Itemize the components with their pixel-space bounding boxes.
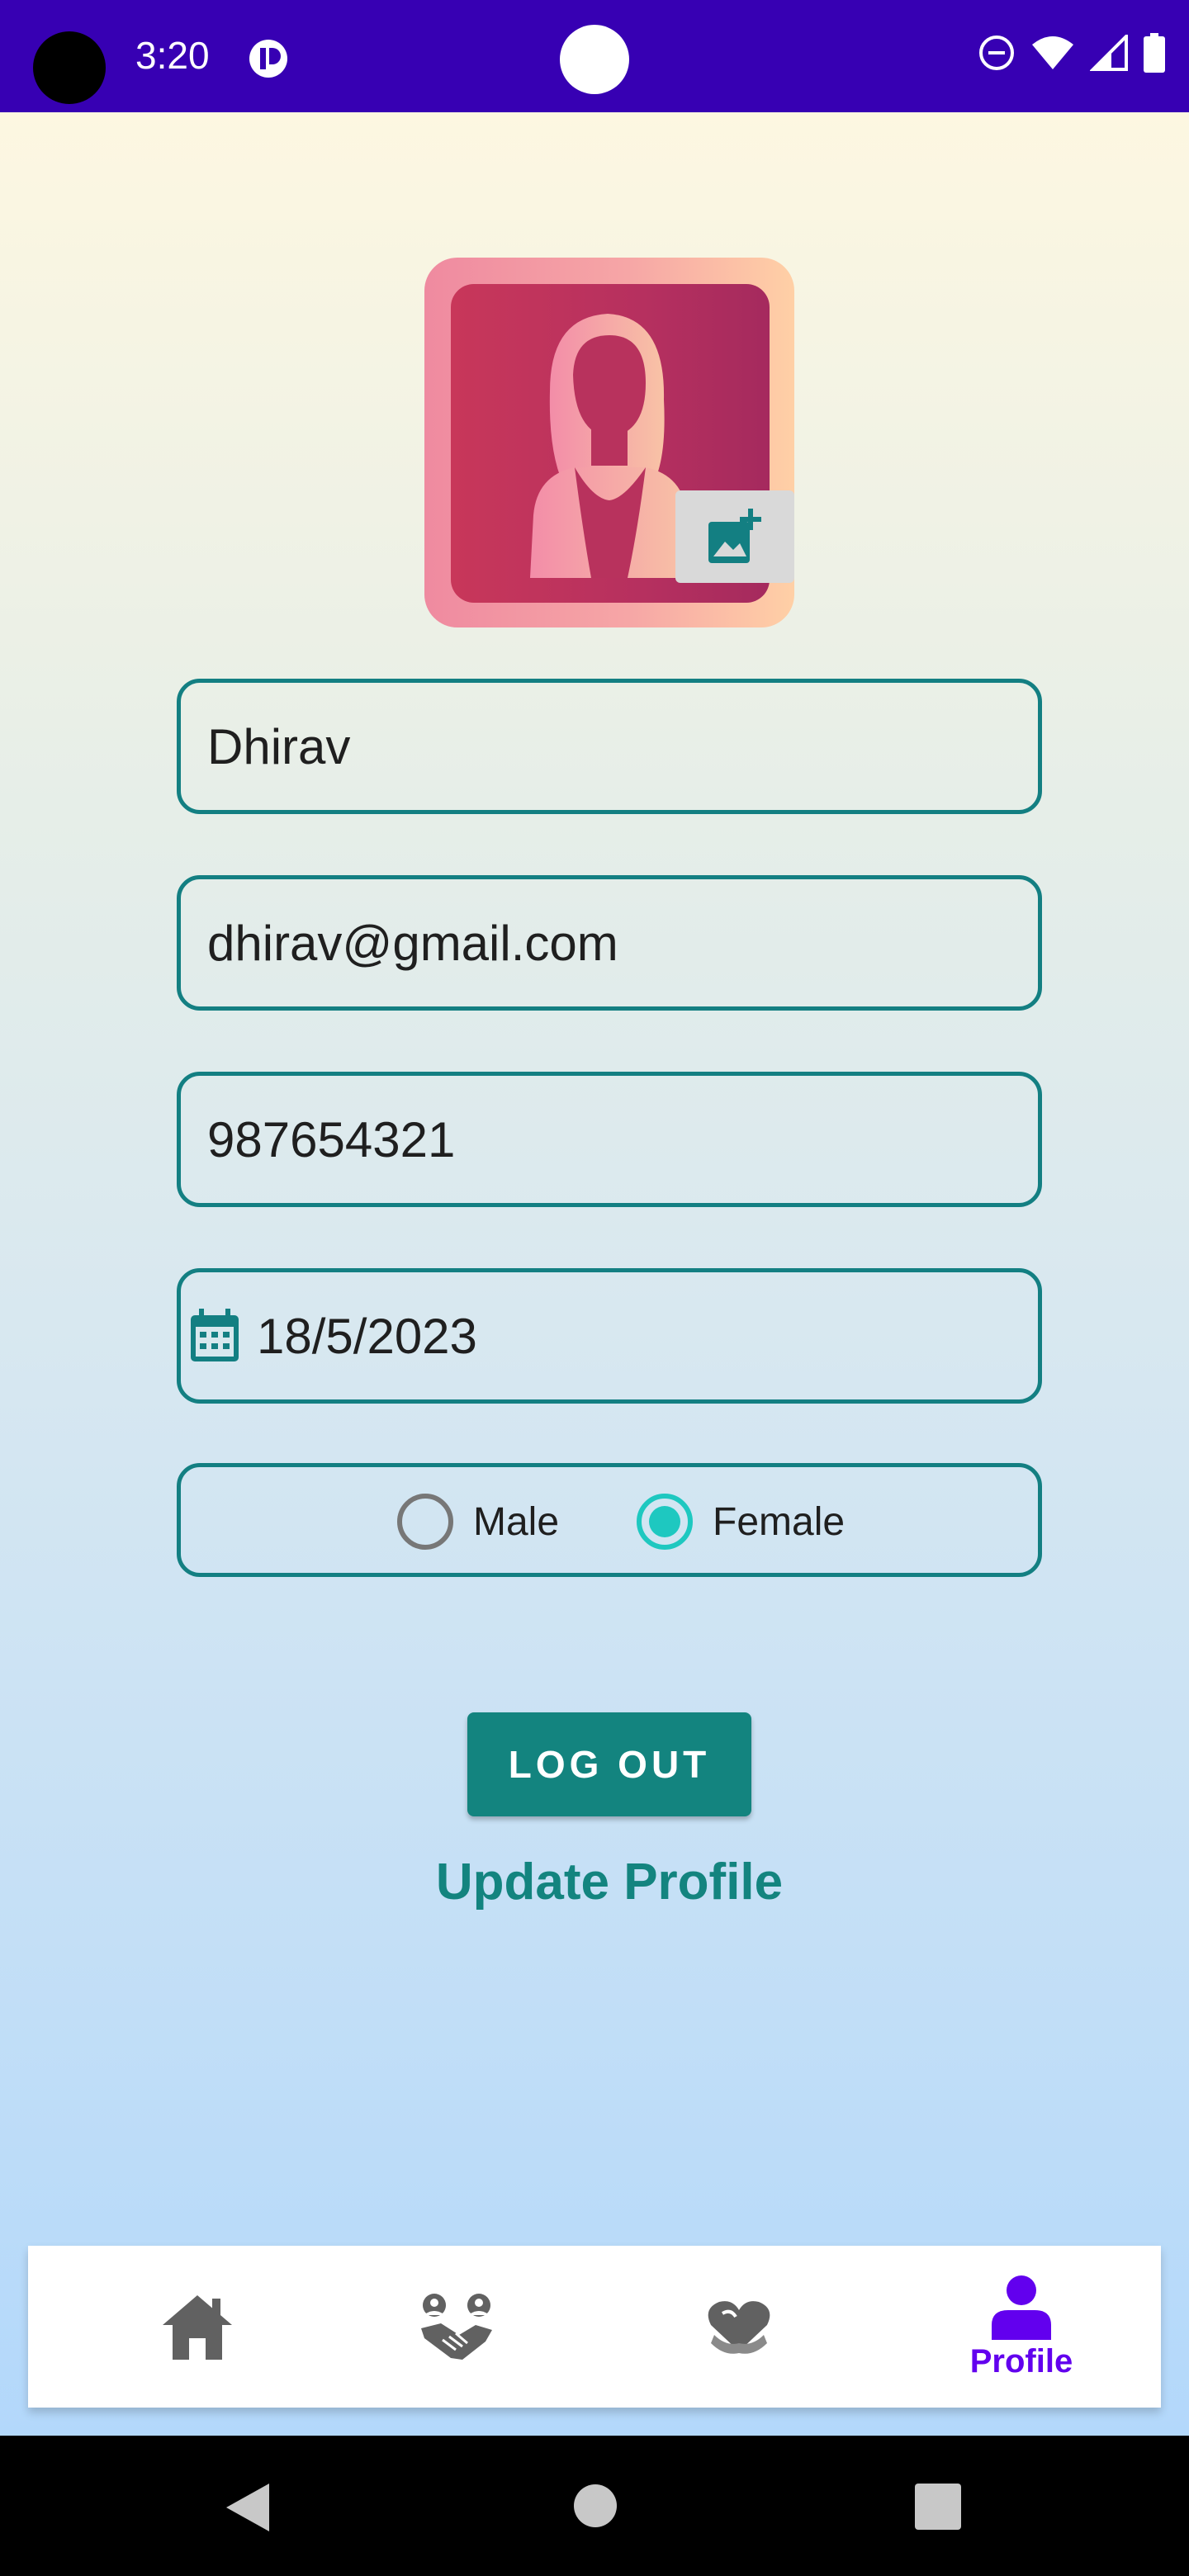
person-icon — [992, 2275, 1051, 2340]
nav-home[interactable] — [111, 2246, 284, 2408]
nav-profile-label: Profile — [969, 2342, 1073, 2379]
home-nav-icon[interactable] — [573, 2484, 618, 2528]
add-photo-icon — [708, 509, 761, 563]
do-not-disturb-icon — [979, 36, 1014, 70]
name-value: Dhirav — [207, 718, 351, 774]
app-notification-icon — [249, 40, 287, 78]
email-value: dhirav@gmail.com — [207, 915, 618, 971]
recents-icon[interactable] — [915, 2484, 961, 2530]
profile-screen: Dhirav dhirav@gmail.com 987654321 18/5/2… — [0, 112, 1189, 2436]
home-icon — [163, 2295, 232, 2360]
handshake-icon — [421, 2294, 492, 2360]
logout-button[interactable]: LOG OUT — [467, 1712, 751, 1816]
radio-male-circle[interactable] — [397, 1494, 453, 1550]
radio-female-circle[interactable] — [637, 1494, 693, 1550]
camera-indicator — [560, 25, 629, 94]
bottom-navigation: Profile — [28, 2246, 1161, 2408]
radio-male-label: Male — [473, 1499, 560, 1544]
radio-female[interactable]: Female — [637, 1494, 845, 1550]
calendar-icon[interactable] — [187, 1307, 242, 1365]
status-bar: 3:20 — [0, 0, 1189, 112]
nav-care[interactable] — [652, 2246, 826, 2408]
battery-icon — [1144, 33, 1165, 73]
signal-icon — [1090, 35, 1128, 71]
dob-field[interactable]: 18/5/2023 — [177, 1268, 1042, 1404]
back-icon[interactable] — [225, 2482, 272, 2533]
status-icons — [978, 33, 1166, 73]
nav-profile[interactable]: Profile — [935, 2246, 1108, 2408]
radio-male[interactable]: Male — [397, 1494, 559, 1550]
phone-value: 987654321 — [207, 1111, 456, 1167]
status-time: 3:20 — [135, 34, 210, 77]
heart-hands-icon — [708, 2301, 770, 2354]
update-profile-link[interactable]: Update Profile — [0, 1853, 1189, 1911]
gender-radio-group: Male Female — [177, 1463, 1042, 1577]
nav-connect[interactable] — [370, 2246, 543, 2408]
system-navigation-bar — [0, 2436, 1189, 2576]
dob-value: 18/5/2023 — [257, 1308, 477, 1364]
phone-field[interactable]: 987654321 — [177, 1072, 1042, 1207]
avatar[interactable] — [424, 258, 794, 627]
add-photo-button[interactable] — [675, 490, 794, 583]
radio-female-label: Female — [713, 1499, 846, 1544]
email-field[interactable]: dhirav@gmail.com — [177, 875, 1042, 1011]
name-field[interactable]: Dhirav — [177, 679, 1042, 814]
camera-cutout — [33, 31, 106, 104]
wifi-icon — [1032, 36, 1073, 69]
